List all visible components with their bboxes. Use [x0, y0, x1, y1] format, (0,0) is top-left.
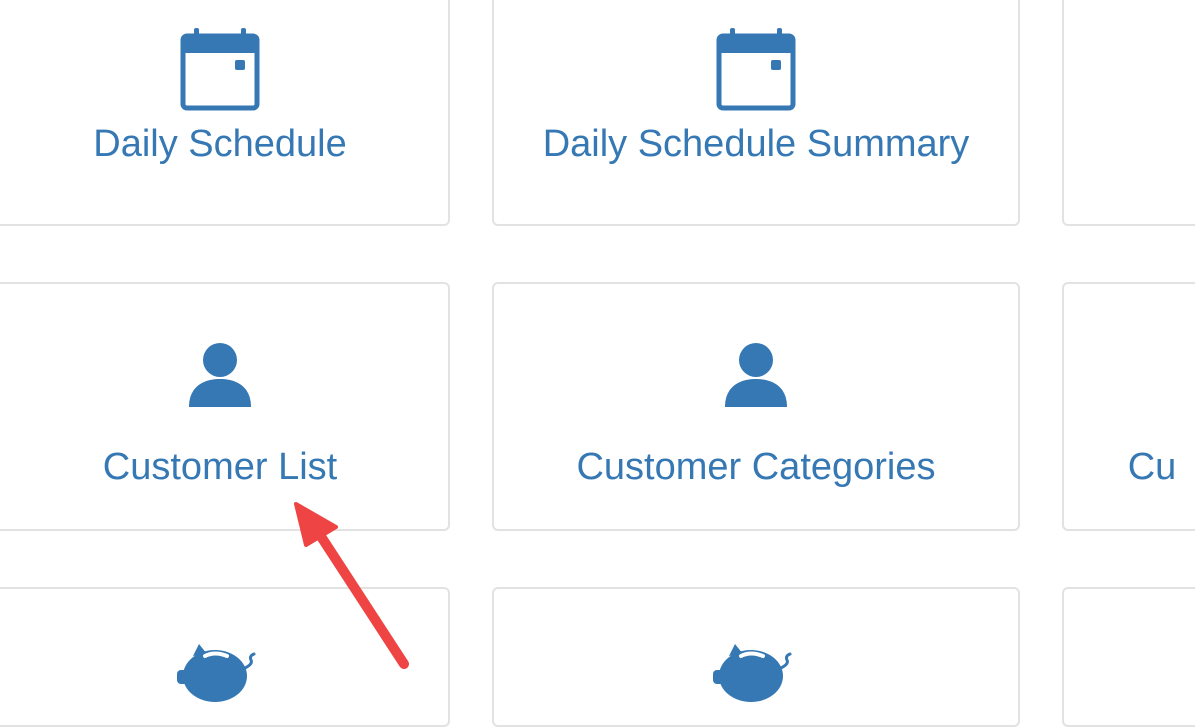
daily-schedule-summary-label: Daily Schedule Summary	[542, 123, 970, 165]
partial-card-label: Cu	[1127, 446, 1177, 488]
partial-card-bottom-right[interactable]	[1062, 587, 1195, 727]
piggy-bank-card-2[interactable]	[492, 587, 1020, 727]
daily-schedule-label: Daily Schedule	[93, 123, 347, 165]
customer-list-card[interactable]: Customer List	[0, 282, 450, 531]
partial-card-top-right[interactable]	[1062, 0, 1195, 226]
daily-schedule-summary-card[interactable]: Daily Schedule Summary	[492, 0, 1020, 226]
user-icon	[189, 343, 251, 407]
daily-schedule-card[interactable]: Daily Schedule	[0, 0, 450, 226]
customer-list-label: Customer List	[102, 446, 338, 488]
calendar-icon	[716, 28, 796, 111]
calendar-icon	[180, 28, 260, 111]
piggy-bank-card-1[interactable]	[0, 587, 450, 727]
piggy-bank-icon	[177, 644, 256, 702]
user-icon	[725, 343, 787, 407]
customer-categories-card[interactable]: Customer Categories	[492, 282, 1020, 531]
customer-categories-label: Customer Categories	[576, 446, 936, 488]
piggy-bank-icon	[713, 644, 792, 702]
partial-customer-card[interactable]: Cu	[1062, 282, 1195, 531]
